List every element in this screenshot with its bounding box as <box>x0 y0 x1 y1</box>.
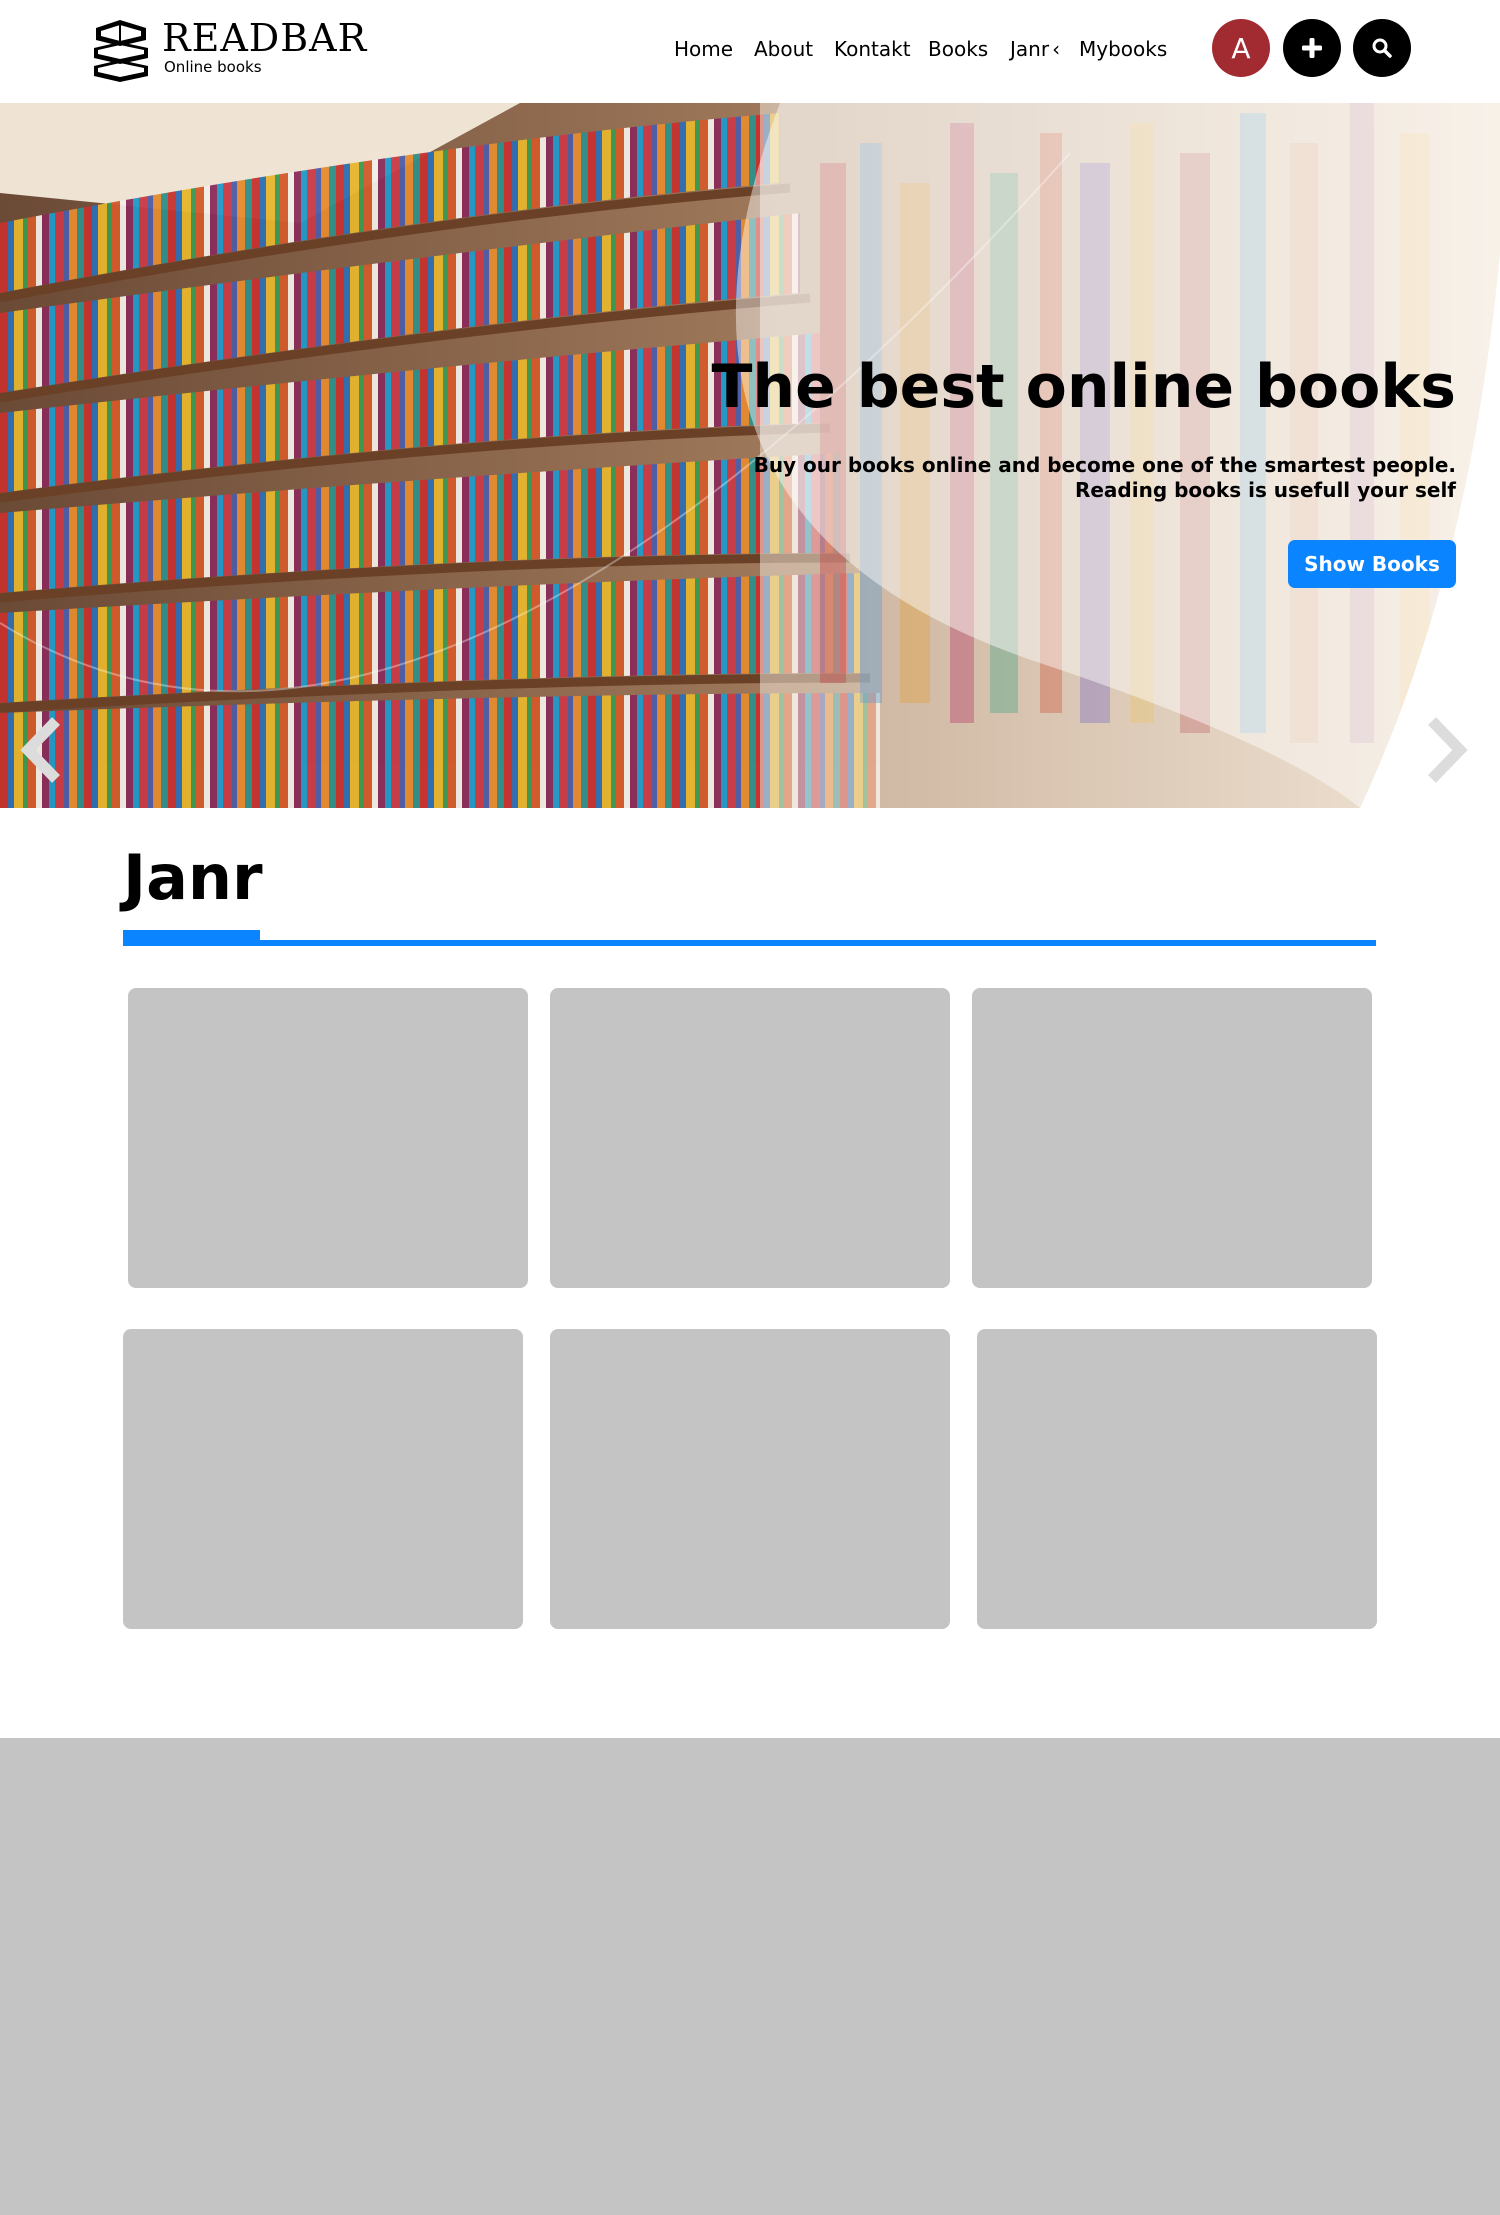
book-card[interactable] <box>128 988 528 1288</box>
book-card[interactable] <box>550 1329 950 1629</box>
carousel-prev-button[interactable] <box>18 715 66 785</box>
search-icon <box>1372 38 1392 58</box>
chevron-left-icon: ‹ <box>1052 37 1061 61</box>
nav-item-books[interactable]: Books <box>928 36 988 62</box>
avatar-letter: A <box>1231 31 1251 65</box>
hero-title: The best online books <box>711 352 1456 422</box>
nav-item-mybooks[interactable]: Mybooks <box>1079 36 1167 62</box>
book-card[interactable] <box>977 1329 1377 1629</box>
nav-item-janr-label: Janr <box>1010 37 1050 61</box>
hero-subtitle: Buy our books online and become one of t… <box>754 453 1456 503</box>
chevron-right-icon <box>1428 717 1468 783</box>
site-header: READBAR Online books Home About Kontakt … <box>0 0 1500 103</box>
section-title: Janr <box>123 841 263 914</box>
site-footer <box>0 1738 1500 2215</box>
carousel-next-button[interactable] <box>1422 715 1470 785</box>
hero-subtitle-line-1: Buy our books online and become one of t… <box>753 453 1456 477</box>
show-books-button[interactable]: Show Books <box>1288 540 1456 588</box>
book-card[interactable] <box>123 1329 523 1629</box>
nav-item-home[interactable]: Home <box>674 36 733 62</box>
book-card[interactable] <box>550 988 950 1288</box>
chevron-left-icon <box>20 717 60 783</box>
add-button[interactable] <box>1283 19 1341 77</box>
hero-banner: The best online books Buy our books onli… <box>0 103 1500 808</box>
nav-item-kontakt[interactable]: Kontakt <box>834 36 911 62</box>
nav-item-about[interactable]: About <box>754 36 813 62</box>
nav-item-janr[interactable]: Janr ‹ <box>1010 36 1060 62</box>
book-card[interactable] <box>972 988 1372 1288</box>
section-divider <box>123 940 1376 946</box>
hero-subtitle-line-2: Reading books is usefull your self <box>1074 478 1456 502</box>
main-nav: Home About Kontakt Books Janr ‹ Mybooks <box>0 36 1500 66</box>
avatar[interactable]: A <box>1212 19 1270 77</box>
search-button[interactable] <box>1353 19 1411 77</box>
plus-icon <box>1302 38 1322 58</box>
